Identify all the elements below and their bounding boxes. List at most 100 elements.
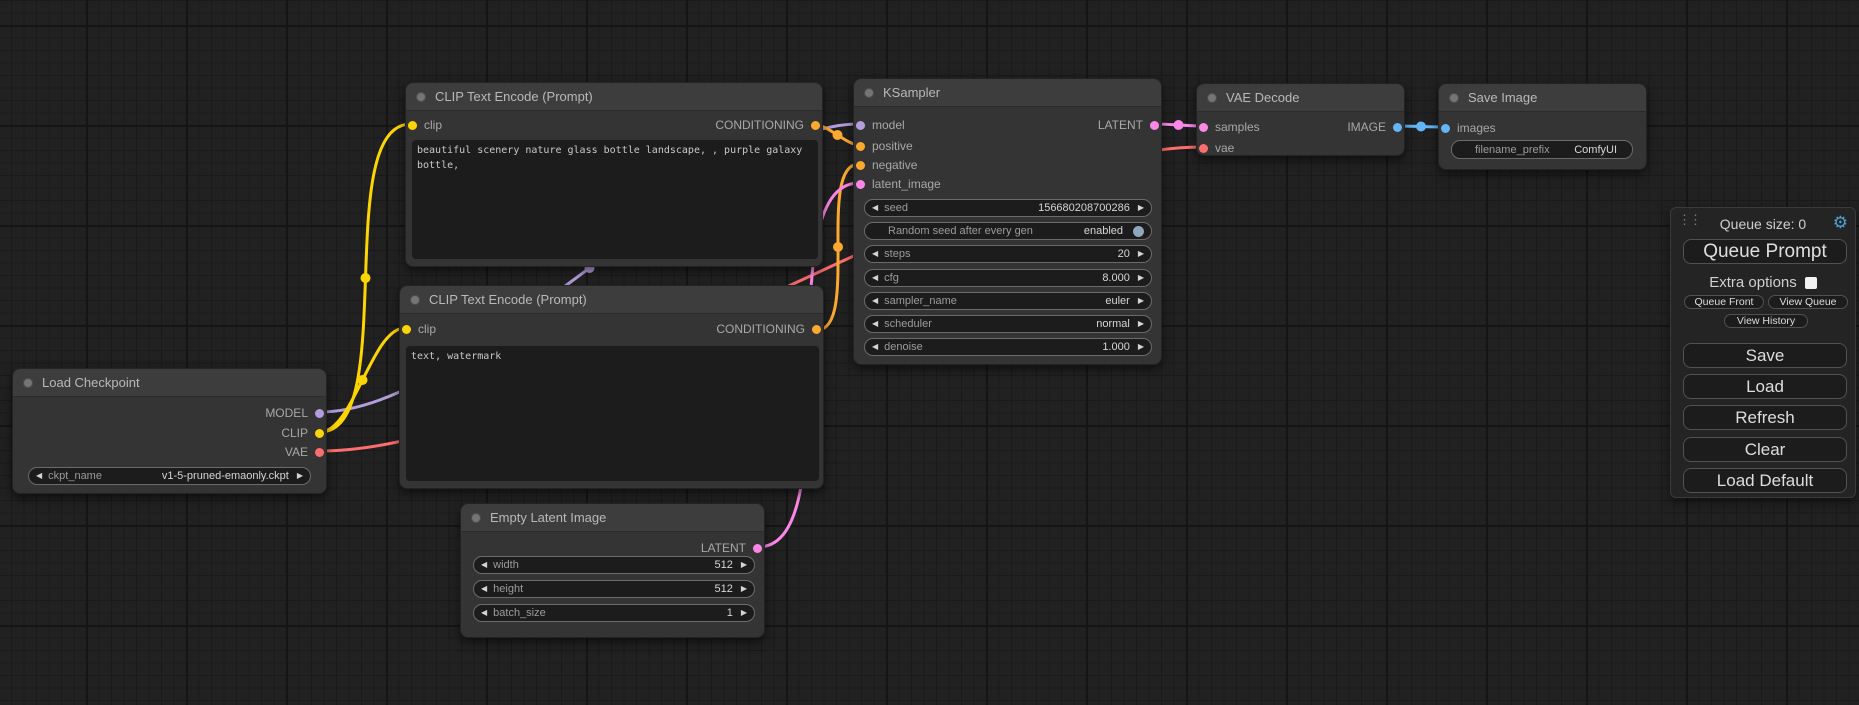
latent-socket-icon[interactable] [1199,123,1208,132]
load-default-button[interactable]: Load Default [1683,468,1847,493]
ckpt-name-widget[interactable]: ◀ ckpt_name v1-5-pruned-emaonly.ckpt ▶ [28,467,311,485]
node-clip-text-encode-negative[interactable]: CLIP Text Encode (Prompt) clip CONDITION… [399,285,824,489]
output-image[interactable]: IMAGE [1347,118,1402,136]
output-conditioning[interactable]: CONDITIONING [715,116,820,134]
settings-gear-icon[interactable]: ⚙ [1833,214,1848,231]
increment-arrow-icon[interactable]: ▶ [1138,297,1144,305]
input-clip[interactable]: clip [402,320,436,338]
height-widget[interactable]: ◀ height 512 ▶ [473,580,755,598]
decrement-arrow-icon[interactable]: ◀ [481,585,487,593]
node-title-bar[interactable]: CLIP Text Encode (Prompt) [406,83,822,111]
view-queue-button[interactable]: View Queue [1768,295,1848,309]
denoise-widget[interactable]: ◀ denoise 1.000 ▶ [864,338,1152,356]
output-conditioning[interactable]: CONDITIONING [716,320,821,338]
input-vae[interactable]: vae [1199,139,1234,157]
latent-socket-icon[interactable] [753,544,762,553]
node-title-bar[interactable]: Empty Latent Image [461,504,764,532]
queue-front-button[interactable]: Queue Front [1684,295,1764,309]
conditioning-socket-icon[interactable] [812,325,821,334]
node-title-bar[interactable]: CLIP Text Encode (Prompt) [400,286,823,314]
decrement-arrow-icon[interactable]: ◀ [872,343,878,351]
input-positive[interactable]: positive [856,137,913,155]
output-clip[interactable]: CLIP [281,424,324,442]
width-widget[interactable]: ◀ width 512 ▶ [473,556,755,574]
conditioning-socket-icon[interactable] [856,142,865,151]
decrement-arrow-icon[interactable]: ◀ [872,204,878,212]
latent-socket-icon[interactable] [1150,121,1159,130]
steps-widget[interactable]: ◀ steps 20 ▶ [864,245,1152,263]
load-button[interactable]: Load [1683,374,1847,399]
filename-prefix-widget[interactable]: filename_prefix ComfyUI [1451,140,1633,159]
node-title-bar[interactable]: Load Checkpoint [13,369,326,397]
input-negative[interactable]: negative [856,156,917,174]
increment-arrow-icon[interactable]: ▶ [741,561,747,569]
model-socket-icon[interactable] [856,121,865,130]
increment-arrow-icon[interactable]: ▶ [1138,204,1144,212]
node-empty-latent-image[interactable]: Empty Latent Image LATENT ◀ width 512 ▶ … [460,503,765,638]
output-latent[interactable]: LATENT [1098,116,1159,134]
vae-socket-icon[interactable] [315,448,324,457]
output-latent[interactable]: LATENT [701,539,762,557]
output-vae[interactable]: VAE [285,443,324,461]
cfg-widget[interactable]: ◀ cfg 8.000 ▶ [864,269,1152,287]
input-latent-image[interactable]: latent_image [856,175,941,193]
node-vae-decode[interactable]: VAE Decode samples vae IMAGE [1196,83,1405,156]
comfyui-canvas[interactable]: { "colors": { "model": "#B39DDB", "clip"… [0,0,1859,705]
input-samples[interactable]: samples [1199,118,1260,136]
increment-arrow-icon[interactable]: ▶ [741,609,747,617]
collapse-dot-icon[interactable] [1449,93,1459,103]
model-socket-icon[interactable] [315,409,324,418]
positive-prompt-textarea[interactable]: beautiful scenery nature glass bottle la… [412,140,818,259]
node-clip-text-encode-positive[interactable]: CLIP Text Encode (Prompt) clip CONDITION… [405,82,823,267]
clear-button[interactable]: Clear [1683,437,1847,462]
node-ksampler[interactable]: KSampler model positive negative latent_… [853,78,1162,365]
input-images[interactable]: images [1441,119,1496,137]
image-socket-icon[interactable] [1393,123,1402,132]
refresh-button[interactable]: Refresh [1683,405,1847,430]
input-model[interactable]: model [856,116,905,134]
sampler-name-widget[interactable]: ◀ sampler_name euler ▶ [864,292,1152,310]
toggle-knob-icon[interactable] [1133,226,1144,237]
increment-arrow-icon[interactable]: ▶ [1138,274,1144,282]
collapse-dot-icon[interactable] [1207,93,1217,103]
increment-arrow-icon[interactable]: ▶ [741,585,747,593]
conditioning-socket-icon[interactable] [811,121,820,130]
decrement-arrow-icon[interactable]: ◀ [481,609,487,617]
collapse-dot-icon[interactable] [23,378,33,388]
decrement-arrow-icon[interactable]: ◀ [872,274,878,282]
node-title-bar[interactable]: Save Image [1439,84,1646,112]
image-socket-icon[interactable] [1441,124,1450,133]
decrement-arrow-icon[interactable]: ◀ [872,297,878,305]
node-title-bar[interactable]: KSampler [854,79,1161,107]
clip-socket-icon[interactable] [402,325,411,334]
decrement-arrow-icon[interactable]: ◀ [872,250,878,258]
clip-socket-icon[interactable] [315,429,324,438]
decrement-arrow-icon[interactable]: ◀ [481,561,487,569]
input-clip[interactable]: clip [408,116,442,134]
node-title-bar[interactable]: VAE Decode [1197,84,1404,112]
increment-arrow-icon[interactable]: ▶ [297,472,303,480]
clip-socket-icon[interactable] [408,121,417,130]
seed-widget[interactable]: ◀ seed 156680208700286 ▶ [864,199,1152,217]
increment-arrow-icon[interactable]: ▶ [1138,343,1144,351]
decrement-arrow-icon[interactable]: ◀ [872,320,878,328]
collapse-dot-icon[interactable] [471,513,481,523]
view-history-button[interactable]: View History [1724,314,1808,328]
scheduler-widget[interactable]: ◀ scheduler normal ▶ [864,315,1152,333]
batch-size-widget[interactable]: ◀ batch_size 1 ▶ [473,604,755,622]
collapse-dot-icon[interactable] [864,88,874,98]
decrement-arrow-icon[interactable]: ◀ [36,472,42,480]
increment-arrow-icon[interactable]: ▶ [1138,320,1144,328]
collapse-dot-icon[interactable] [410,295,420,305]
negative-prompt-textarea[interactable]: text, watermark [406,346,819,481]
output-model[interactable]: MODEL [265,404,324,422]
queue-prompt-button[interactable]: Queue Prompt [1683,239,1847,264]
conditioning-socket-icon[interactable] [856,161,865,170]
extra-options-checkbox[interactable] [1805,277,1817,289]
collapse-dot-icon[interactable] [416,92,426,102]
vae-socket-icon[interactable] [1199,144,1208,153]
node-save-image[interactable]: Save Image images filename_prefix ComfyU… [1438,83,1647,170]
save-button[interactable]: Save [1683,343,1847,368]
latent-socket-icon[interactable] [856,180,865,189]
random-seed-widget[interactable]: Random seed after every gen enabled [864,222,1152,240]
